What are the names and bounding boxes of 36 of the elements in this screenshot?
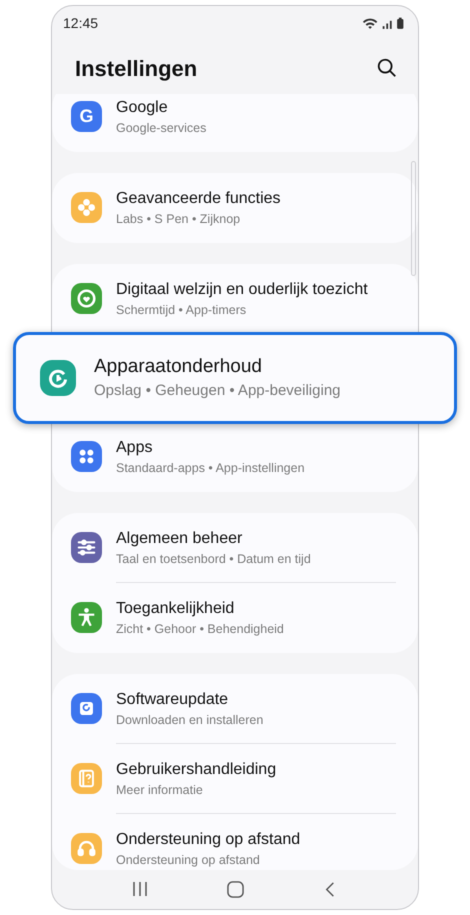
item-title: Softwareupdate <box>116 690 230 710</box>
item-subtitle: Meer informatie <box>116 782 204 799</box>
item-title: Algemeen beheer <box>116 528 244 549</box>
page-title: Instellingen <box>75 54 198 83</box>
recent-apps-icon[interactable] <box>131 880 149 898</box>
item-title: Toegankelijkheid <box>116 598 236 619</box>
item-subtitle: Ondersteuning op afstand <box>116 852 261 869</box>
settings-item[interactable]: Geavanceerde functies Labs • S Pen • Zijknop <box>52 172 418 243</box>
item-title: Apparaatonderhoud <box>94 354 263 379</box>
home-icon[interactable] <box>227 880 244 898</box>
item-title: Gebruikershandleiding <box>116 760 276 780</box>
settings-item[interactable]: Toegankelijkheid Zicht • Gehoor • Behendigheid <box>52 582 418 653</box>
item-subtitle: Standaard-apps • App-instellingen <box>116 460 305 477</box>
settings-item[interactable]: G Google Google-services <box>52 94 418 152</box>
item-title: Geavanceerde functies <box>116 188 281 209</box>
search-icon[interactable] <box>376 57 398 80</box>
item-subtitle: Zicht • Gehoor • Behendigheid <box>116 620 284 638</box>
item-subtitle: Schermtijd • App-timers <box>116 302 248 319</box>
google-icon: G <box>71 101 102 132</box>
settings-item[interactable]: Apps Standaard-apps • App-instellingen <box>52 422 418 492</box>
settings-item[interactable]: Digitaal welzijn en ouderlijk toezicht Schermtijd • App-timers <box>52 264 418 334</box>
item-subtitle: Taal en toetsenbord • Datum en tijd <box>116 550 311 568</box>
item-subtitle: Opslag • Geheugen • App-beveiliging <box>94 380 341 401</box>
settings-item[interactable]: Gebruikershandleiding Meer informatie <box>52 744 418 814</box>
item-title: Ondersteuning op afstand <box>116 830 300 850</box>
settings-item[interactable]: Softwareupdate Downloaden en installeren <box>52 674 418 744</box>
item-subtitle: Google-services <box>116 120 206 137</box>
status-time: 12:45 <box>63 14 98 33</box>
item-title: Apps <box>116 438 154 458</box>
settings-item[interactable]: Algemeen beheer Taal en toetsenbord • Datum en tijd <box>52 512 418 583</box>
highlighted-settings-item[interactable]: Apparaatonderhoud Opslag • Geheugen • App-beveiliging <box>13 332 457 424</box>
item-subtitle: Downloaden en installeren <box>116 712 264 729</box>
settings-item[interactable]: Ondersteuning op afstand Ondersteuning op afstand <box>52 814 418 870</box>
item-title: Google <box>116 98 169 118</box>
item-subtitle: Labs • S Pen • Zijknop <box>116 210 242 228</box>
item-title: Digitaal welzijn en ouderlijk toezicht <box>116 280 368 300</box>
